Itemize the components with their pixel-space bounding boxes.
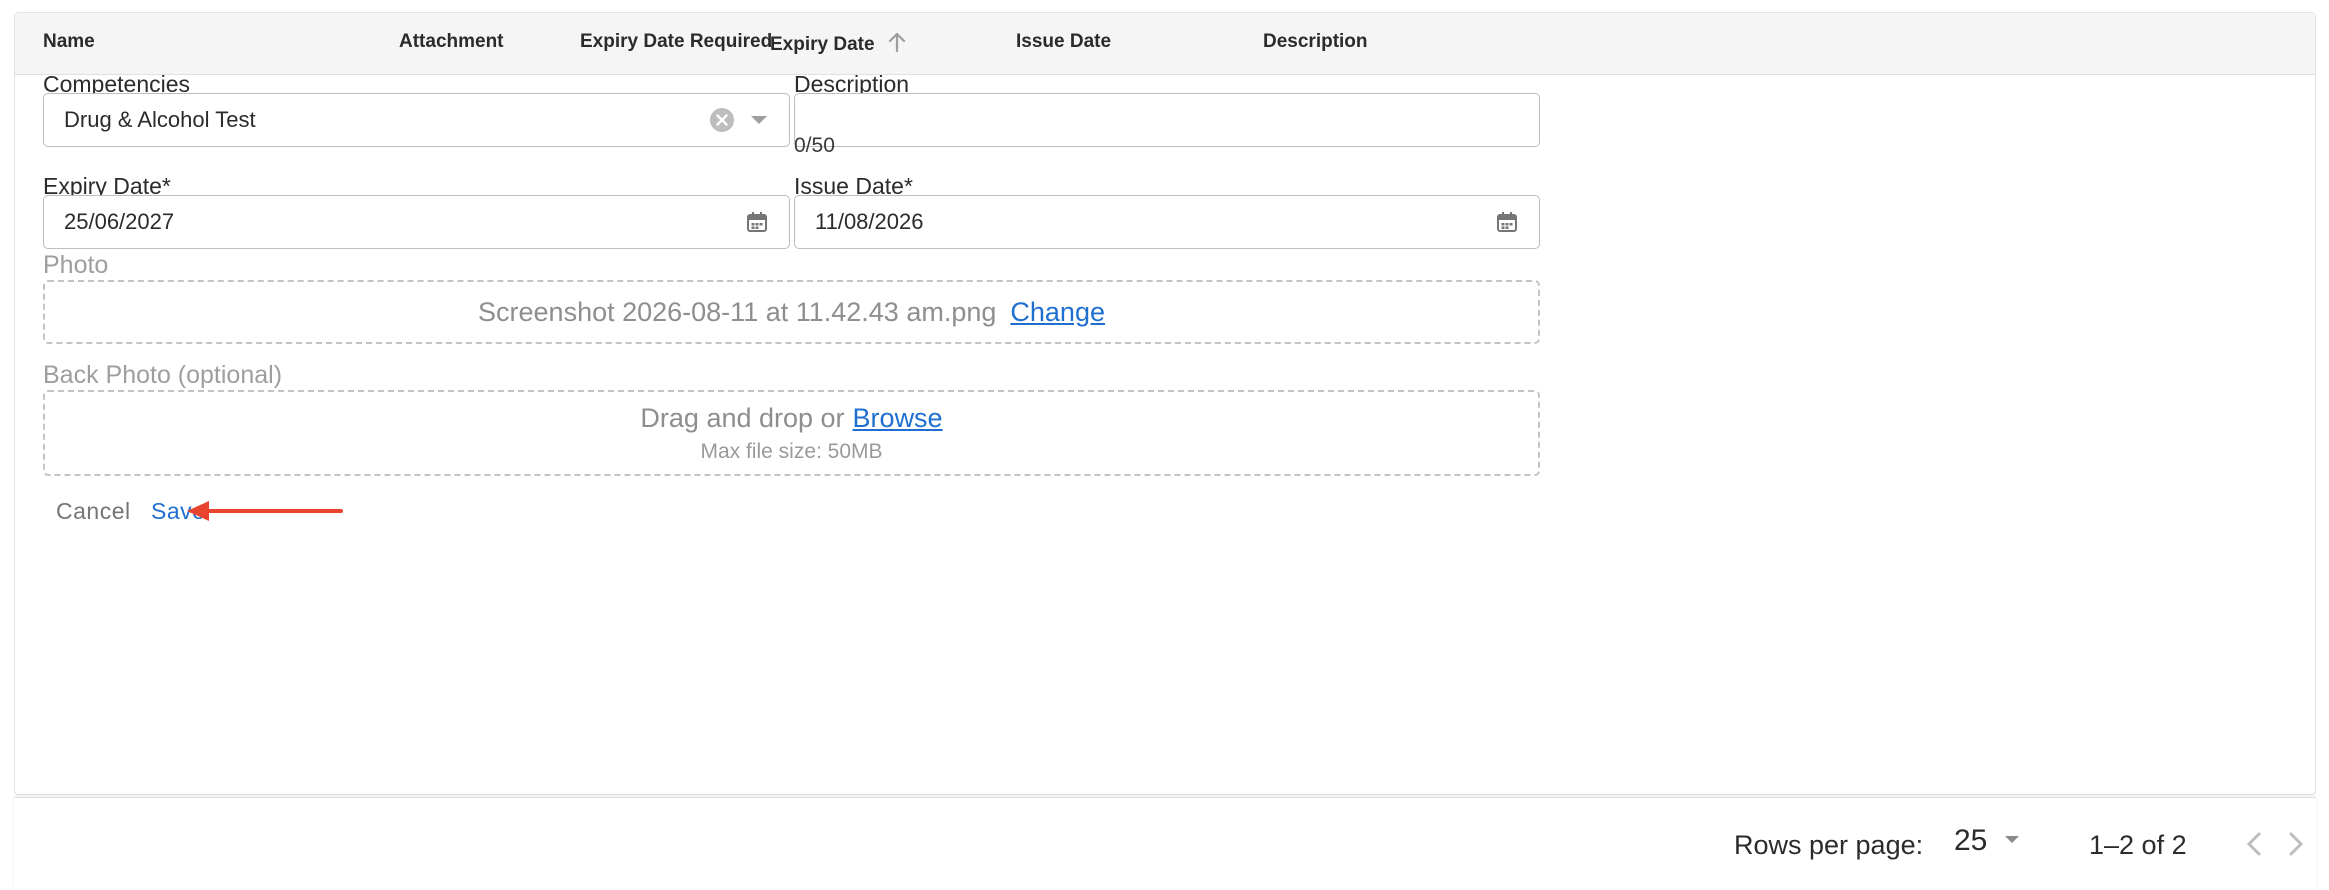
- expiry-date-value: 25/06/2027: [64, 209, 175, 234]
- chevron-down-icon[interactable]: [749, 114, 769, 126]
- rows-per-page-value: 25: [1954, 824, 1988, 857]
- issue-date-field[interactable]: 11/08/2026: [794, 195, 1540, 249]
- back-photo-dropzone[interactable]: Drag and drop or Browse Max file size: 5…: [43, 390, 1540, 476]
- chevron-down-icon: [2003, 832, 2021, 850]
- rows-per-page-label: Rows per page:: [1734, 830, 1924, 860]
- browse-link[interactable]: Browse: [853, 403, 943, 434]
- table-pagination-footer: Rows per page: 25 1–2 of 2: [14, 797, 2316, 890]
- max-file-size-hint: Max file size: 50MB: [700, 439, 883, 463]
- photo-label: Photo: [43, 251, 109, 279]
- clear-icon[interactable]: [709, 107, 735, 133]
- column-header-issue-date[interactable]: Issue Date: [1016, 31, 1111, 53]
- column-header-name[interactable]: Name: [43, 31, 95, 53]
- column-header-expiry-date[interactable]: Expiry Date: [770, 31, 907, 59]
- calendar-icon[interactable]: [1495, 210, 1519, 234]
- previous-page-icon[interactable]: [2244, 830, 2264, 863]
- red-arrow-annotation: [187, 501, 343, 521]
- issue-date-value: 11/08/2026: [815, 209, 924, 234]
- pagination-range: 1–2 of 2: [2089, 830, 2187, 860]
- photo-dropzone[interactable]: Screenshot 2026-08-11 at 11.42.43 am.png…: [43, 280, 1540, 344]
- back-photo-label: Back Photo (optional): [43, 361, 283, 389]
- expiry-date-field[interactable]: 25/06/2027: [43, 195, 790, 249]
- rows-per-page-select[interactable]: 25: [1954, 824, 2021, 858]
- table-header: Name Attachment Expiry Date Required Exp…: [15, 13, 2315, 75]
- competency-table-card: Name Attachment Expiry Date Required Exp…: [14, 12, 2316, 795]
- description-input[interactable]: [794, 93, 1540, 147]
- photo-change-link[interactable]: Change: [1010, 297, 1105, 328]
- calendar-icon[interactable]: [745, 210, 769, 234]
- column-header-expiry-date-required[interactable]: Expiry Date Required: [580, 31, 772, 53]
- column-header-attachment[interactable]: Attachment: [399, 31, 504, 53]
- description-char-counter: 0/50: [794, 134, 835, 157]
- arrow-up-icon: [887, 31, 907, 59]
- cancel-button[interactable]: Cancel: [56, 498, 131, 525]
- column-header-description[interactable]: Description: [1263, 31, 1368, 53]
- next-page-icon[interactable]: [2286, 830, 2306, 863]
- competencies-value: Drug & Alcohol Test: [64, 107, 256, 132]
- competencies-select[interactable]: Drug & Alcohol Test: [43, 93, 790, 147]
- photo-filename: Screenshot 2026-08-11 at 11.42.43 am.png: [478, 296, 997, 327]
- drag-drop-prompt: Drag and drop or: [640, 402, 845, 433]
